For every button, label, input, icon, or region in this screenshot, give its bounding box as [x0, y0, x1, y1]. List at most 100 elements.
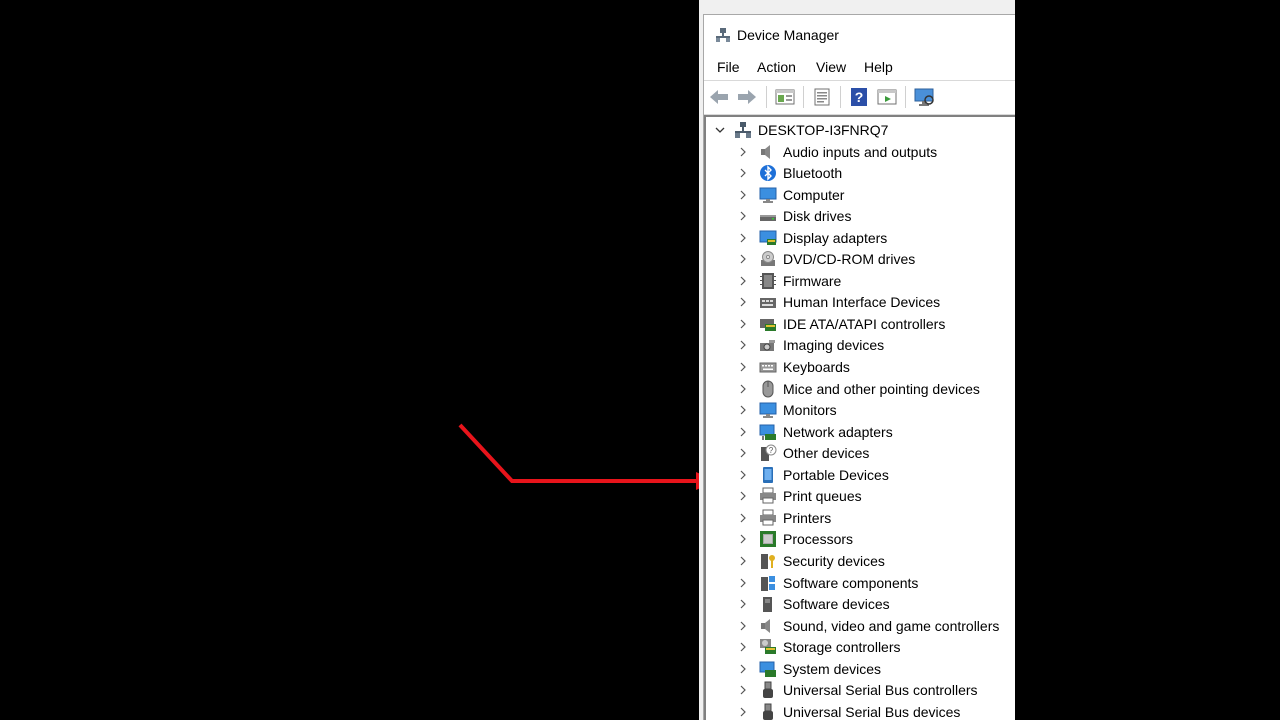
- expand-chevron-icon[interactable]: [737, 598, 749, 610]
- tree-item[interactable]: Keyboards: [737, 357, 850, 378]
- expand-chevron-icon[interactable]: [737, 383, 749, 395]
- expand-chevron-icon[interactable]: [737, 318, 749, 330]
- expand-chevron-icon[interactable]: [737, 577, 749, 589]
- tree-item-label: Software components: [783, 574, 919, 591]
- tree-item[interactable]: Print queues: [737, 486, 862, 507]
- tree-item-label: Universal Serial Bus devices: [783, 703, 961, 720]
- tree-item[interactable]: Bluetooth: [737, 163, 842, 184]
- toolbar-separator: [905, 86, 906, 108]
- tree-item-label: Other devices: [783, 445, 870, 462]
- toolbar-separator: [803, 86, 804, 108]
- expand-chevron-icon[interactable]: [737, 512, 749, 524]
- collapse-chevron-icon[interactable]: [714, 124, 726, 136]
- tree-item[interactable]: Firmware: [737, 270, 841, 291]
- dvd-icon: [759, 250, 777, 268]
- tree-item-label: Display adapters: [783, 229, 888, 246]
- menu-file[interactable]: File: [717, 59, 740, 75]
- expand-chevron-icon[interactable]: [737, 167, 749, 179]
- software-device-icon: [759, 595, 777, 613]
- tree-item[interactable]: Computer: [737, 184, 844, 205]
- expand-chevron-icon[interactable]: [737, 339, 749, 351]
- forward-icon[interactable]: [736, 86, 758, 108]
- hid-icon: [759, 293, 777, 311]
- expand-chevron-icon[interactable]: [737, 469, 749, 481]
- tree-item[interactable]: Human Interface Devices: [737, 292, 940, 313]
- bluetooth-icon: [759, 164, 777, 182]
- expand-chevron-icon[interactable]: [737, 232, 749, 244]
- expand-chevron-icon[interactable]: [737, 663, 749, 675]
- device-tree[interactable]: DESKTOP-I3FNRQ7 Audio inputs and outputs…: [704, 115, 1015, 720]
- expand-chevron-icon[interactable]: [737, 146, 749, 158]
- back-icon[interactable]: [708, 86, 730, 108]
- tree-item[interactable]: Network adapters: [737, 421, 893, 442]
- expand-chevron-icon[interactable]: [737, 275, 749, 287]
- tree-item[interactable]: Audio inputs and outputs: [737, 141, 937, 162]
- menu-help[interactable]: Help: [864, 59, 893, 75]
- tree-item-label: Imaging devices: [783, 337, 885, 354]
- printer-icon: [759, 509, 777, 527]
- tree-item[interactable]: Imaging devices: [737, 335, 884, 356]
- tree-item-label: Audio inputs and outputs: [783, 143, 938, 160]
- display-adapter-icon: [759, 229, 777, 247]
- toolbar: ?: [704, 80, 1015, 115]
- tree-item-label: Keyboards: [783, 359, 850, 375]
- tree-item[interactable]: DVD/CD-ROM drives: [737, 249, 915, 270]
- software-component-icon: [759, 574, 777, 592]
- menu-action[interactable]: Action: [757, 59, 796, 75]
- ide-controller-icon: [759, 315, 777, 333]
- tree-item-label: Computer: [783, 186, 845, 203]
- expand-chevron-icon[interactable]: [737, 533, 749, 545]
- svg-text:?: ?: [769, 446, 774, 455]
- tree-item[interactable]: Monitors: [737, 400, 837, 421]
- sound-controller-icon: [759, 617, 777, 635]
- tree-item[interactable]: Mice and other pointing devices: [737, 378, 980, 399]
- menu-bar: File Action View Help: [704, 57, 1015, 79]
- expand-chevron-icon[interactable]: [737, 404, 749, 416]
- device-manager-icon: [716, 28, 730, 42]
- help-icon[interactable]: ?: [848, 86, 870, 108]
- expand-chevron-icon[interactable]: [737, 706, 749, 718]
- expand-chevron-icon[interactable]: [737, 296, 749, 308]
- expand-chevron-icon[interactable]: [737, 253, 749, 265]
- update-driver-icon[interactable]: [876, 86, 898, 108]
- tree-item[interactable]: Processors: [737, 529, 853, 550]
- expand-chevron-icon[interactable]: [737, 620, 749, 632]
- disk-drive-icon: [759, 207, 777, 225]
- title-bar[interactable]: Device Manager: [704, 15, 1015, 53]
- tree-item[interactable]: Sound, video and game controllers: [737, 615, 999, 636]
- tree-item[interactable]: Printers: [737, 507, 831, 528]
- tree-item[interactable]: IDE ATA/ATAPI controllers: [737, 313, 945, 334]
- tree-item[interactable]: Storage controllers: [737, 637, 901, 658]
- tree-item-label: Processors: [783, 531, 854, 548]
- tree-item[interactable]: Portable Devices: [737, 464, 889, 485]
- tree-item[interactable]: Software devices: [737, 594, 890, 615]
- expand-chevron-icon[interactable]: [737, 490, 749, 502]
- tree-item-label: Sound, video and game controllers: [783, 617, 1000, 634]
- tree-item[interactable]: Security devices: [737, 550, 885, 571]
- expand-chevron-icon[interactable]: [737, 426, 749, 438]
- expand-chevron-icon[interactable]: [737, 447, 749, 459]
- properties-icon[interactable]: [811, 86, 833, 108]
- tree-item[interactable]: Universal Serial Bus controllers: [737, 680, 978, 701]
- expand-chevron-icon[interactable]: [737, 684, 749, 696]
- tree-item[interactable]: Display adapters: [737, 227, 887, 248]
- tree-item-label: Storage controllers: [783, 639, 901, 656]
- expand-chevron-icon[interactable]: [737, 210, 749, 222]
- tree-item[interactable]: ? Other devices: [737, 443, 869, 464]
- tree-item[interactable]: System devices: [737, 658, 881, 679]
- properties-pane-icon[interactable]: [774, 86, 796, 108]
- menu-view[interactable]: View: [816, 59, 846, 75]
- firmware-icon: [759, 272, 777, 290]
- expand-chevron-icon[interactable]: [737, 641, 749, 653]
- expand-chevron-icon[interactable]: [737, 189, 749, 201]
- processor-icon: [759, 530, 777, 548]
- network-adapter-icon: [759, 423, 777, 441]
- scan-hardware-icon[interactable]: [913, 86, 935, 108]
- expand-chevron-icon[interactable]: [737, 555, 749, 567]
- tree-item[interactable]: Universal Serial Bus devices: [737, 701, 960, 720]
- annotation-arrow: [458, 423, 716, 490]
- tree-root[interactable]: DESKTOP-I3FNRQ7: [714, 119, 888, 140]
- tree-item[interactable]: Software components: [737, 572, 918, 593]
- expand-chevron-icon[interactable]: [737, 361, 749, 373]
- tree-item[interactable]: Disk drives: [737, 206, 851, 227]
